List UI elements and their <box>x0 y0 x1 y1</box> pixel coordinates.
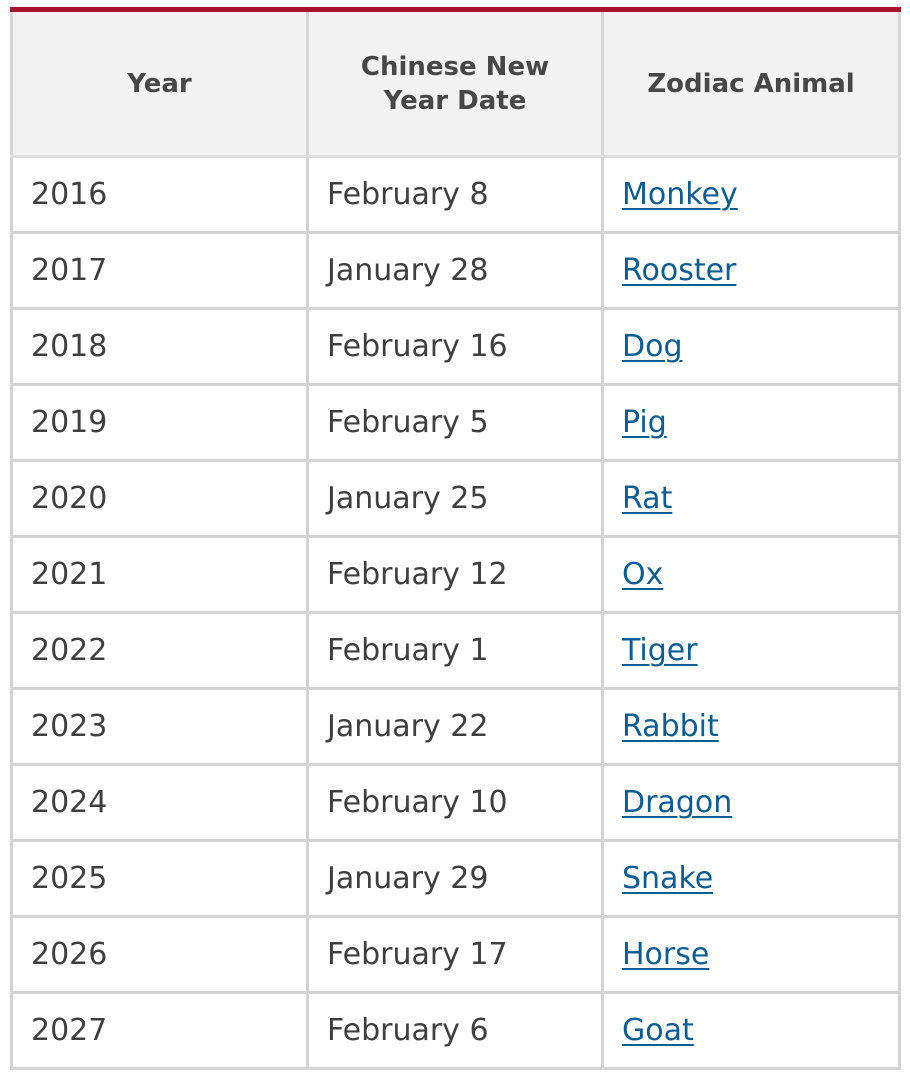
table-body: 2016 February 8 Monkey 2017 January 28 Rooste… <box>10 155 901 1070</box>
zodiac-animal-link[interactable]: Rabbit <box>622 709 719 744</box>
table-row: 2025 January 29 Snake <box>10 839 901 918</box>
table-header: Year Chinese New Year Date Zodiac Animal <box>10 7 901 158</box>
zodiac-animal-link[interactable]: Ox <box>622 557 663 592</box>
year-cell: 2016 <box>10 155 309 234</box>
table-row: 2016 February 8 Monkey <box>10 155 901 234</box>
table-row: 2022 February 1 Tiger <box>10 611 901 690</box>
year-cell: 2025 <box>10 839 309 918</box>
year-cell: 2024 <box>10 763 309 842</box>
zodiac-animal-link[interactable]: Dragon <box>622 785 732 820</box>
zodiac-animal-cell: Ox <box>601 535 901 614</box>
zodiac-animal-cell: Monkey <box>601 155 901 234</box>
table-row: 2023 January 22 Rabbit <box>10 687 901 766</box>
year-cell: 2022 <box>10 611 309 690</box>
zodiac-animal-link[interactable]: Dog <box>622 329 683 364</box>
date-cell: February 1 <box>306 611 604 690</box>
zodiac-animal-link[interactable]: Tiger <box>622 633 698 668</box>
date-cell: February 6 <box>306 991 604 1070</box>
zodiac-animal-link[interactable]: Pig <box>622 405 667 440</box>
zodiac-animal-cell: Horse <box>601 915 901 994</box>
date-cell: February 12 <box>306 535 604 614</box>
table-row: 2018 February 16 Dog <box>10 307 901 386</box>
zodiac-animal-cell: Goat <box>601 991 901 1070</box>
header-date: Chinese New Year Date <box>306 7 604 158</box>
year-cell: 2019 <box>10 383 309 462</box>
zodiac-animal-cell: Rooster <box>601 231 901 310</box>
zodiac-animal-cell: Pig <box>601 383 901 462</box>
date-cell: January 22 <box>306 687 604 766</box>
year-cell: 2026 <box>10 915 309 994</box>
date-cell: January 25 <box>306 459 604 538</box>
date-cell: February 10 <box>306 763 604 842</box>
zodiac-animal-cell: Dragon <box>601 763 901 842</box>
year-cell: 2027 <box>10 991 309 1070</box>
table-row: 2021 February 12 Ox <box>10 535 901 614</box>
zodiac-animal-cell: Dog <box>601 307 901 386</box>
zodiac-animal-link[interactable]: Monkey <box>622 177 738 212</box>
zodiac-animal-link[interactable]: Rat <box>622 481 672 516</box>
chinese-new-year-table: Year Chinese New Year Date Zodiac Animal… <box>10 7 901 1070</box>
zodiac-animal-cell: Rat <box>601 459 901 538</box>
year-cell: 2017 <box>10 231 309 310</box>
header-row: Year Chinese New Year Date Zodiac Animal <box>10 7 901 158</box>
date-cell: January 28 <box>306 231 604 310</box>
date-cell: February 8 <box>306 155 604 234</box>
date-cell: January 29 <box>306 839 604 918</box>
zodiac-animal-link[interactable]: Rooster <box>622 253 736 288</box>
zodiac-animal-cell: Tiger <box>601 611 901 690</box>
date-cell: February 5 <box>306 383 604 462</box>
table-row: 2019 February 5 Pig <box>10 383 901 462</box>
header-zodiac-animal: Zodiac Animal <box>601 7 901 158</box>
year-cell: 2020 <box>10 459 309 538</box>
year-cell: 2018 <box>10 307 309 386</box>
zodiac-animal-link[interactable]: Horse <box>622 937 709 972</box>
date-cell: February 17 <box>306 915 604 994</box>
table-row: 2027 February 6 Goat <box>10 991 901 1070</box>
zodiac-animal-link[interactable]: Goat <box>622 1013 694 1048</box>
header-year: Year <box>10 7 309 158</box>
zodiac-animal-link[interactable]: Snake <box>622 861 713 896</box>
table-row: 2026 February 17 Horse <box>10 915 901 994</box>
year-cell: 2021 <box>10 535 309 614</box>
zodiac-animal-cell: Snake <box>601 839 901 918</box>
date-cell: February 16 <box>306 307 604 386</box>
table-row: 2024 February 10 Dragon <box>10 763 901 842</box>
table-row: 2020 January 25 Rat <box>10 459 901 538</box>
table-row: 2017 January 28 Rooster <box>10 231 901 310</box>
zodiac-animal-cell: Rabbit <box>601 687 901 766</box>
year-cell: 2023 <box>10 687 309 766</box>
